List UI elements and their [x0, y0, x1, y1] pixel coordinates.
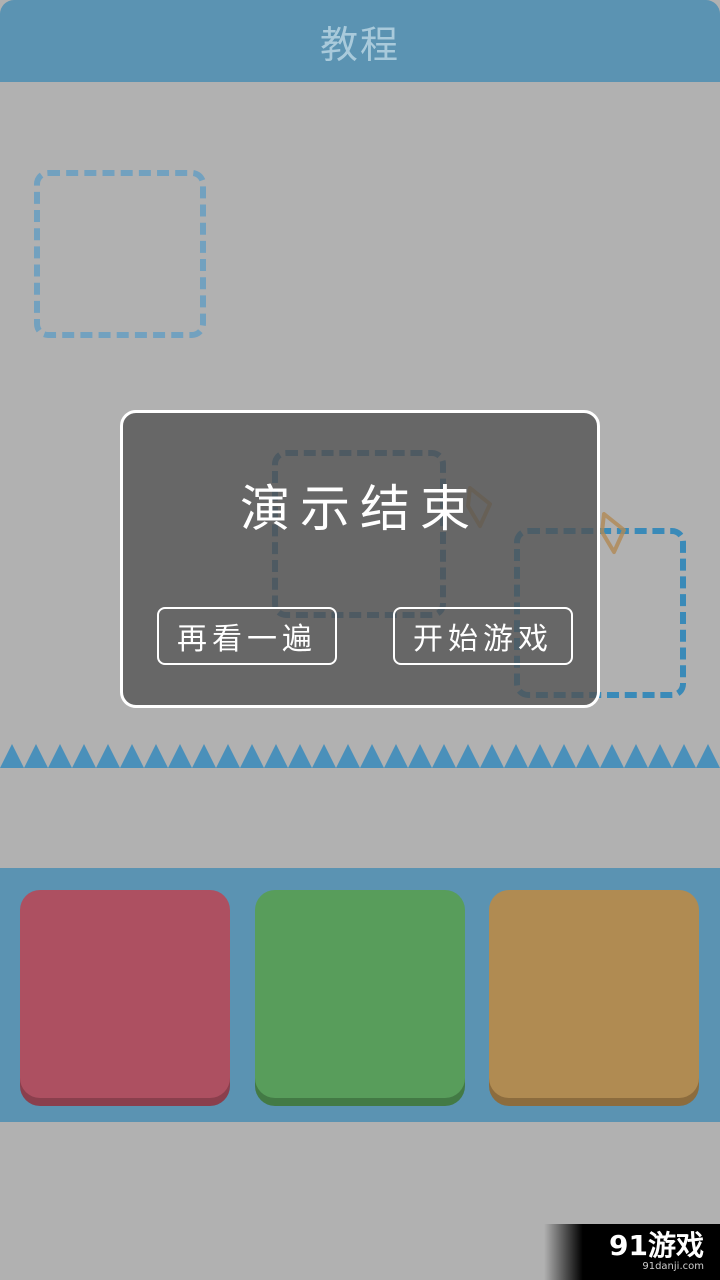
red-color-button[interactable]: [20, 890, 230, 1098]
dialog-title: 演示结束: [240, 480, 480, 538]
watermark-logo: 91游戏: [609, 1229, 704, 1262]
spikes-shape: [0, 744, 720, 768]
header-bar: 教程: [0, 0, 720, 82]
watermark-url: 91danji.com: [642, 1261, 704, 1272]
dashed-target-box: [34, 170, 206, 338]
page-title: 教程: [319, 22, 400, 67]
replay-button[interactable]: 再看一遍: [157, 607, 337, 665]
color-key-panel: [0, 868, 720, 1122]
spike-row: [0, 744, 720, 768]
watermark: 91游戏 91danji.com: [544, 1224, 720, 1280]
start-game-button[interactable]: 开始游戏: [393, 607, 573, 665]
hook-icon: [600, 512, 626, 554]
demo-end-dialog: 演示结束 再看一遍 开始游戏: [120, 410, 600, 708]
orange-color-button[interactable]: [489, 890, 699, 1098]
green-color-button[interactable]: [255, 890, 465, 1098]
